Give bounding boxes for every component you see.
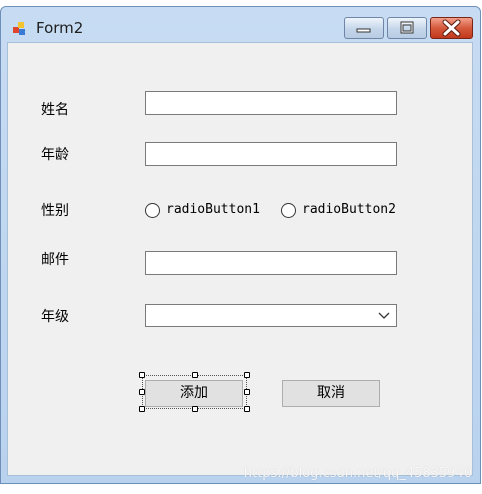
resize-handle-left[interactable] <box>139 389 145 395</box>
minimize-button[interactable] <box>344 17 384 39</box>
age-label: 年龄 <box>41 147 69 163</box>
radio-2-circle[interactable] <box>281 203 296 218</box>
add-button[interactable]: 添加 <box>145 380 243 407</box>
minimize-icon <box>356 28 371 33</box>
radio-1-label: radioButton1 <box>166 202 260 217</box>
grade-label: 年级 <box>41 309 69 325</box>
title-bar[interactable]: Form2 <box>1 7 480 43</box>
radio-2-label: radioButton2 <box>302 202 396 217</box>
cancel-button[interactable]: 取消 <box>282 380 380 407</box>
gender-label: 性别 <box>41 203 69 219</box>
resize-handle-bottom-left[interactable] <box>139 406 145 412</box>
resize-handle-top-left[interactable] <box>139 372 145 378</box>
app-form-icon <box>13 22 27 36</box>
resize-handle-bottom[interactable] <box>192 406 198 412</box>
name-label: 姓名 <box>41 102 69 118</box>
email-field[interactable] <box>145 251 397 275</box>
age-field[interactable] <box>145 142 397 166</box>
close-icon <box>442 19 461 37</box>
close-button[interactable] <box>430 17 473 39</box>
maximize-icon <box>400 21 414 34</box>
radio-1-circle[interactable] <box>145 203 160 218</box>
email-label: 邮件 <box>41 252 69 268</box>
grade-combobox[interactable] <box>145 304 397 327</box>
chevron-down-icon[interactable] <box>378 311 390 321</box>
watermark-text: https://blog.csdn.net/qq_45835940 <box>243 466 472 481</box>
resize-handle-top-right[interactable] <box>244 372 250 378</box>
resize-handle-bottom-right[interactable] <box>244 406 250 412</box>
resize-handle-top[interactable] <box>192 372 198 378</box>
name-field[interactable] <box>145 91 397 115</box>
resize-handle-right[interactable] <box>244 389 250 395</box>
window-title: Form2 <box>36 19 84 37</box>
maximize-button[interactable] <box>387 17 427 39</box>
